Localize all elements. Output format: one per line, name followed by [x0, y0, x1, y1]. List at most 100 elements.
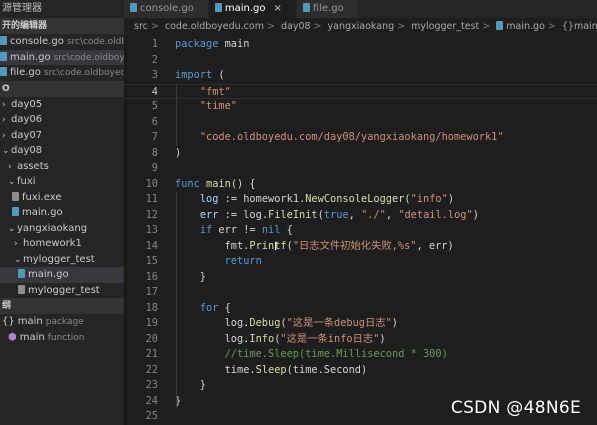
line-number: 2: [151, 53, 158, 66]
code-line[interactable]: 18 for {: [124, 301, 597, 317]
code-token: Printf: [249, 239, 287, 252]
indent-guide: [176, 83, 177, 146]
outline-item-function[interactable]: ⬢ main function: [0, 330, 124, 346]
breadcrumb-item[interactable]: code.oldboyedu.com: [165, 21, 264, 32]
code-text: "code.oldboyedu.com/day08/yangxiaokang/h…: [175, 130, 504, 146]
open-editor-item[interactable]: main.gosrc\code.oldboye...: [0, 49, 124, 65]
code-line[interactable]: 14 fmt.Printf("日志文件初始化失败,%s", err): [124, 239, 597, 255]
open-editors-header[interactable]: 开的编辑器: [0, 18, 124, 34]
code-token: "info": [410, 193, 448, 205]
line-number: 9: [151, 162, 158, 174]
code-line[interactable]: 22 time.Sleep(time.Second): [124, 363, 597, 379]
chevron-right-icon: ›: [8, 161, 12, 172]
code-line[interactable]: 10 func main() {: [124, 177, 597, 193]
code-token: ): [447, 193, 455, 205]
close-icon[interactable]: ×: [274, 3, 282, 14]
breadcrumb-separator: >: [482, 21, 491, 32]
code-token: package: [175, 38, 219, 50]
code-text: log.Info("这是一条info日志"): [175, 332, 386, 348]
code-text: "time": [175, 99, 237, 115]
code-line[interactable]: 13 if err != nil {: [124, 223, 597, 239]
code-line[interactable]: 6: [124, 115, 597, 131]
tab-console-go[interactable]: console.go: [124, 0, 209, 18]
breadcrumb-separator: >: [397, 21, 406, 32]
code-editor[interactable]: 1 package main 2 3 import (4 "fmt" 5 "time" 6 7…: [124, 36, 597, 425]
tree-file-mylogger-test[interactable]: mylogger_test: [0, 283, 124, 299]
code-line[interactable]: 21 //time.Sleep(time.Millisecond * 300): [124, 347, 597, 363]
tree-folder-day07[interactable]: › day07: [0, 128, 124, 144]
code-token: ,: [385, 208, 399, 221]
code-line[interactable]: 12 err := log.FileInit(true, "./", "deta…: [124, 208, 597, 224]
code-line[interactable]: 17: [124, 285, 597, 301]
tree-file-main-go[interactable]: main.go: [0, 205, 124, 221]
chevron-down-icon: ⌄: [2, 146, 10, 156]
chevron-right-icon: ›: [2, 115, 6, 125]
code-line[interactable]: 5 "time": [124, 99, 597, 115]
code-line[interactable]: 20 log.Info("这是一条info日志"): [124, 332, 597, 348]
tree-folder-day08[interactable]: ⌄day08: [0, 143, 124, 159]
code-text: log.Debug("这是一条debug日志"): [175, 316, 398, 332]
tree-file-main-go-selected[interactable]: main.go: [0, 267, 124, 283]
breadcrumb-item[interactable]: yangxiaokang: [328, 21, 395, 32]
code-line[interactable]: 16 }: [124, 270, 597, 286]
code-text: return: [175, 254, 262, 270]
tree-folder-fuxi[interactable]: ⌄fuxi: [0, 174, 124, 190]
code-token: NewConsoleLogger: [305, 193, 405, 205]
open-editor-item[interactable]: file.gosrc\code.oldboyedu...: [0, 65, 124, 81]
code-line[interactable]: 11 log := homework1.NewConsoleLogger("in…: [124, 192, 597, 208]
code-line[interactable]: 1 package main: [124, 37, 597, 53]
breadcrumb-item[interactable]: day08: [281, 21, 311, 32]
chevron-right-icon: ›: [14, 239, 18, 249]
code-token: import: [175, 69, 213, 81]
outline-item-package[interactable]: {} main package: [0, 314, 124, 330]
tree-folder-mylogger-test[interactable]: ⌄mylogger_test: [0, 252, 124, 268]
code-line[interactable]: 4 "fmt": [124, 83, 597, 99]
outline-header[interactable]: 纲: [0, 298, 124, 314]
code-text: err := log.FileInit(true, "./", "detail.…: [175, 208, 479, 224]
tree-folder-assets[interactable]: › assets: [0, 159, 124, 175]
code-token: FileInit: [268, 208, 318, 221]
code-line[interactable]: 9: [124, 161, 597, 177]
code-line[interactable]: 19 log.Debug("这是一条debug日志"): [124, 316, 597, 332]
code-token: {: [218, 301, 231, 314]
code-token: := homework1.: [218, 193, 306, 205]
explorer-sidebar: 源管理器 开的编辑器 console.gosrc\code.oldb... ma…: [0, 0, 124, 425]
code-token: //time.Sleep(time.Millisecond * 300): [224, 348, 448, 360]
tree-folder-homework1[interactable]: › homework1: [0, 236, 124, 252]
breadcrumb-item[interactable]: src: [134, 21, 148, 32]
breadcrumb-item[interactable]: {}main: [562, 21, 597, 32]
editor-tab-bar: console.go main.go × file.go: [124, 0, 597, 18]
line-number: 13: [145, 224, 158, 236]
line-number: 19: [145, 317, 158, 329]
indent-guide: [176, 316, 177, 394]
tab-main-go[interactable]: main.go ×: [208, 0, 297, 18]
code-token: "time": [199, 100, 238, 112]
line-number: 11: [145, 193, 158, 205]
open-editor-item[interactable]: console.gosrc\code.oldb...: [0, 34, 124, 50]
tree-file-fuxi-exe[interactable]: fuxi.exe: [0, 190, 124, 206]
line-number: 12: [145, 208, 158, 221]
code-token: Sleep: [255, 363, 287, 376]
code-line[interactable]: 7 "code.oldboyedu.com/day08/yangxiaokang…: [124, 130, 597, 146]
breadcrumb-item[interactable]: mylogger_test: [411, 21, 479, 32]
code-token: {: [280, 224, 293, 236]
tree-folder-day06[interactable]: › day06: [0, 112, 124, 128]
tree-folder-yangxiaokang[interactable]: ⌄yangxiaokang: [0, 221, 124, 237]
code-token: main: [218, 38, 250, 50]
code-line[interactable]: 2: [124, 53, 597, 69]
code-line[interactable]: 15 return: [124, 254, 597, 270]
code-line[interactable]: 23 }: [124, 378, 597, 394]
function-icon: ⬢: [8, 331, 17, 343]
code-line[interactable]: 8): [124, 146, 597, 162]
breadcrumb-item[interactable]: main.go: [506, 21, 545, 32]
folder-header[interactable]: O: [0, 80, 124, 97]
tree-folder-day05[interactable]: › day05: [0, 97, 124, 113]
code-text: ): [175, 146, 181, 162]
tab-file-go[interactable]: file.go: [296, 0, 359, 18]
code-line[interactable]: 3 import (: [124, 68, 597, 84]
